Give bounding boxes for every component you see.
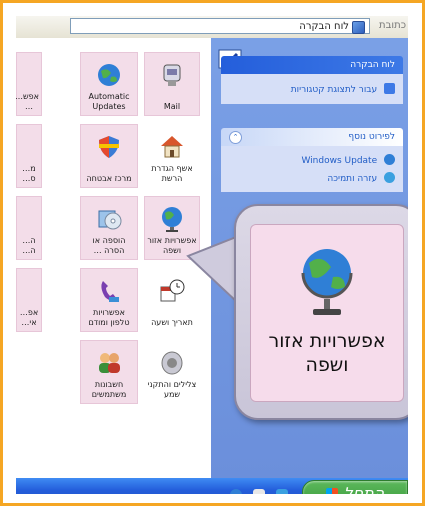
icon-cut-4[interactable]: אפ… אי… — [16, 268, 42, 332]
phone-icon — [101, 281, 119, 302]
help-support-link[interactable]: עזרה ותמיכה — [327, 172, 395, 185]
windows-update-label: Windows Update — [301, 156, 378, 166]
control-panel-box: עבור לתצוגת קטגוריות — [221, 74, 403, 104]
icon-label: Mail — [163, 102, 181, 111]
windows-logo-icon — [325, 488, 338, 494]
icon-label: צלילים והתקני שמע — [147, 380, 197, 399]
magnified-callout: אפשרויות אזור ושפה — [234, 204, 408, 420]
desktop-icon[interactable] — [276, 489, 288, 494]
icon-home-network[interactable]: אשף הגדרת הרשת — [144, 124, 200, 188]
switch-category-view-link[interactable]: עבור לתצוגת קטגוריות — [291, 83, 395, 96]
windows-update-icon — [384, 154, 395, 165]
quick-launch — [224, 486, 288, 494]
address-bar: לוח הבקרה כתובת — [16, 16, 408, 39]
icon-cut-3[interactable]: ה… ה… — [16, 196, 42, 260]
icon-add-remove[interactable]: הוספה או הסרה … — [80, 196, 138, 260]
icon-label: הוספה או הסרה … — [92, 236, 126, 255]
start-button[interactable]: התחל — [302, 480, 408, 494]
icon-label: אשף הגדרת הרשת — [151, 164, 193, 183]
icon-mail[interactable]: Mail — [144, 52, 200, 116]
control-panel-window: לוח הבקרה כתובת Mail Automatic Updates א… — [16, 16, 408, 494]
switch-view-label: עבור לתצוגת קטגוריות — [290, 85, 378, 95]
icon-cut-1[interactable]: אפש… … — [16, 52, 42, 116]
address-label: כתובת — [379, 20, 406, 31]
magnified-icon-tile: אפשרויות אזור ושפה — [250, 224, 404, 402]
icon-label: מ… ס… — [22, 164, 36, 183]
collapse-chevron-icon[interactable]: ⌃ — [229, 131, 242, 144]
icon-label: ה… ה… — [22, 236, 36, 255]
icon-security-center[interactable]: מרכז אבטחה — [80, 124, 138, 188]
house-network-icon — [161, 136, 183, 158]
globe-update-icon — [98, 64, 120, 86]
icon-label: מרכז אבטחה — [86, 174, 132, 183]
help-icon — [384, 172, 395, 183]
icon-label: חשבונות משתמשים — [91, 380, 127, 399]
icon-label: אפשרויות טלפון ומודם — [88, 308, 130, 327]
icons-view: Mail Automatic Updates אפש… … אשף הגדרת … — [16, 38, 211, 494]
category-view-icon — [384, 83, 395, 94]
windows-update-link[interactable]: Windows Update — [301, 154, 395, 167]
icon-label: אפש… … — [16, 92, 39, 111]
globe-icon-large — [301, 249, 353, 315]
icon-label: Automatic Updates — [88, 92, 130, 111]
clock-calendar-icon — [160, 279, 185, 302]
help-label: עזרה ותמיכה — [327, 174, 378, 184]
speaker-icon — [161, 351, 183, 375]
icon-phone-modem[interactable]: אפשרויות טלפון ומודם — [80, 268, 138, 332]
cd-box-icon — [98, 210, 122, 230]
icon-sounds-audio[interactable]: צלילים והתקני שמע — [144, 340, 200, 404]
icon-user-accounts[interactable]: חשבונות משתמשים — [80, 340, 138, 404]
users-icon — [99, 353, 120, 373]
media-icon[interactable] — [252, 489, 265, 494]
mail-icon — [163, 64, 181, 86]
see-also-box: Windows Update עזרה ותמיכה — [221, 146, 403, 192]
see-also-header[interactable]: לפירוט נוסף ⌃ — [221, 128, 403, 146]
icon-cut-2[interactable]: מ… ס… — [16, 124, 42, 188]
icon-automatic-updates[interactable]: Automatic Updates — [80, 52, 138, 116]
icon-label: אפ… אי… — [19, 308, 39, 327]
shield-icon — [99, 136, 119, 158]
magnified-label: אפשרויות אזור ושפה — [268, 330, 386, 376]
see-also-title: לפירוט נוסף — [348, 132, 395, 142]
taskbar: התחל — [16, 478, 408, 494]
address-value: לוח הבקרה — [299, 21, 349, 32]
address-field[interactable]: לוח הבקרה — [70, 18, 370, 34]
internet-icon[interactable] — [229, 489, 242, 494]
start-label: התחל — [343, 484, 385, 494]
control-panel-icon — [352, 21, 365, 34]
globe-icon — [162, 207, 182, 232]
control-panel-header: לוח הבקרה — [221, 56, 403, 74]
